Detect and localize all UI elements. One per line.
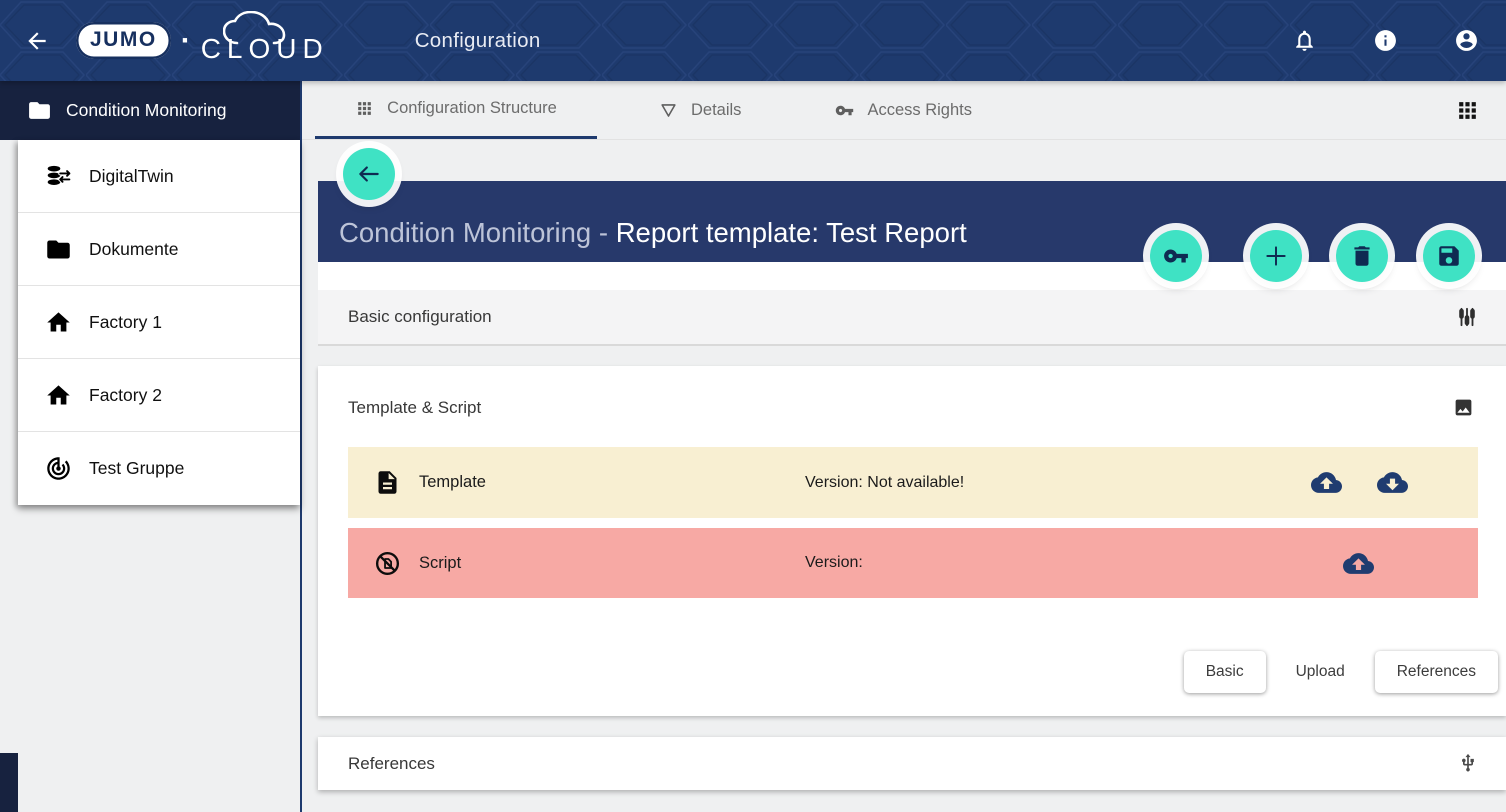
sidebar-header-label: Condition Monitoring (66, 100, 227, 121)
template-row: Template Version: Not available! (348, 447, 1478, 518)
save-icon (1436, 243, 1462, 269)
add-fab-button[interactable] (1250, 230, 1302, 282)
funnel-icon (659, 101, 678, 120)
jumo-brand: JUMO (76, 22, 171, 59)
cloud-upload-icon[interactable] (1343, 548, 1374, 579)
access-rights-fab-button[interactable] (1150, 230, 1202, 282)
grid-view-icon[interactable] (1455, 98, 1480, 123)
info-icon[interactable] (1373, 28, 1398, 53)
appbar-actions (1292, 28, 1479, 53)
sidebar-item-label: Factory 2 (89, 385, 162, 406)
tab-bar: Configuration Structure Details Access R… (302, 81, 1506, 140)
tab-configuration-structure[interactable]: Configuration Structure (315, 81, 597, 139)
cloud-wordmark: CLOUD (201, 33, 329, 65)
back-arrow-icon[interactable] (24, 28, 50, 54)
page-title: Configuration (415, 29, 541, 53)
basic-button[interactable]: Basic (1184, 651, 1266, 693)
logo-separator: · (181, 26, 191, 56)
target-icon (45, 455, 72, 482)
sidebar-item-dokumente[interactable]: Dokumente (18, 213, 300, 286)
bell-icon[interactable] (1292, 28, 1317, 53)
digital-twin-icon (45, 163, 72, 190)
sidebar-item-condition-monitoring[interactable]: Condition Monitoring (0, 81, 300, 140)
account-icon[interactable] (1454, 28, 1479, 53)
tab-label: Details (691, 101, 741, 120)
panel-lower-strip (318, 262, 1506, 290)
home-icon (45, 309, 72, 336)
upload-button[interactable]: Upload (1280, 651, 1361, 693)
cloud-logo: CLOUD (201, 13, 349, 69)
cloud-download-icon[interactable] (1377, 467, 1408, 498)
image-icon[interactable] (1453, 397, 1474, 418)
template-row-label: Template (419, 473, 486, 492)
back-fab-button[interactable] (343, 148, 395, 200)
script-row-actions (1343, 548, 1374, 579)
sidebar-item-label: DigitalTwin (89, 166, 174, 187)
app-bar: JUMO · CLOUD Configuration (0, 0, 1506, 81)
usb-icon (1458, 753, 1478, 775)
tab-details[interactable]: Details (633, 81, 767, 139)
template-row-actions (1311, 467, 1408, 498)
tab-label: Access Rights (867, 101, 972, 120)
document-icon (374, 469, 401, 496)
sidebar-item-test-gruppe[interactable]: Test Gruppe (18, 432, 300, 505)
save-fab-button[interactable] (1423, 230, 1475, 282)
sidebar-item-factory-1[interactable]: Factory 1 (18, 286, 300, 359)
template-script-card: Template & Script Template Version: Not … (318, 366, 1506, 716)
script-version-text: Version: (805, 554, 863, 572)
main-content: Configuration Structure Details Access R… (302, 81, 1506, 812)
arrow-left-icon (356, 161, 382, 187)
plus-icon (1263, 243, 1289, 269)
sliders-icon[interactable] (1456, 306, 1478, 328)
sidebar-item-digitaltwin[interactable]: DigitalTwin (18, 140, 300, 213)
navigation-sidebar: Condition Monitoring DigitalTwin (0, 81, 302, 812)
title-separator: - (591, 217, 615, 249)
selection-title-panel: Condition Monitoring - Report template: … (318, 181, 1506, 262)
delete-fab-button[interactable] (1336, 230, 1388, 282)
folder-icon (27, 98, 52, 123)
jumo-cloud-logo: JUMO · CLOUD (76, 13, 349, 69)
grid-icon (355, 99, 374, 118)
sidebar-item-factory-2[interactable]: Factory 2 (18, 359, 300, 432)
script-row: Script Version: (348, 528, 1478, 598)
jumo-cloud-configuration-page: { "colors": { "appbar_navy": "#1e3a6e", … (0, 0, 1506, 812)
cloud-upload-icon[interactable] (1311, 467, 1342, 498)
sidebar-item-label: Dokumente (89, 239, 179, 260)
key-icon (1163, 243, 1189, 269)
template-script-buttons: Basic Upload References (1184, 651, 1498, 693)
template-script-title: Template & Script (348, 398, 481, 418)
references-button[interactable]: References (1375, 651, 1498, 693)
section-label: Basic configuration (348, 307, 492, 327)
key-icon (835, 101, 854, 120)
sidebar-rail-bottom (0, 753, 18, 812)
sidebar-menu: DigitalTwin Dokumente Factory 1 Factory … (18, 140, 300, 505)
references-section[interactable]: References (318, 737, 1506, 790)
home-icon (45, 382, 72, 409)
folder-icon (45, 236, 72, 263)
template-version-text: Version: Not available! (805, 474, 964, 492)
basic-configuration-section[interactable]: Basic configuration (318, 290, 1506, 346)
section-label: References (348, 754, 435, 774)
title-main: Report template: Test Report (616, 217, 967, 249)
sidebar-item-label: Test Gruppe (89, 458, 184, 479)
trash-icon (1349, 243, 1375, 269)
sidebar-item-label: Factory 1 (89, 312, 162, 333)
tab-access-rights[interactable]: Access Rights (809, 81, 998, 139)
tab-label: Configuration Structure (387, 99, 557, 118)
script-row-label: Script (419, 554, 461, 573)
title-prefix: Condition Monitoring (339, 217, 591, 249)
script-off-icon (374, 550, 401, 577)
